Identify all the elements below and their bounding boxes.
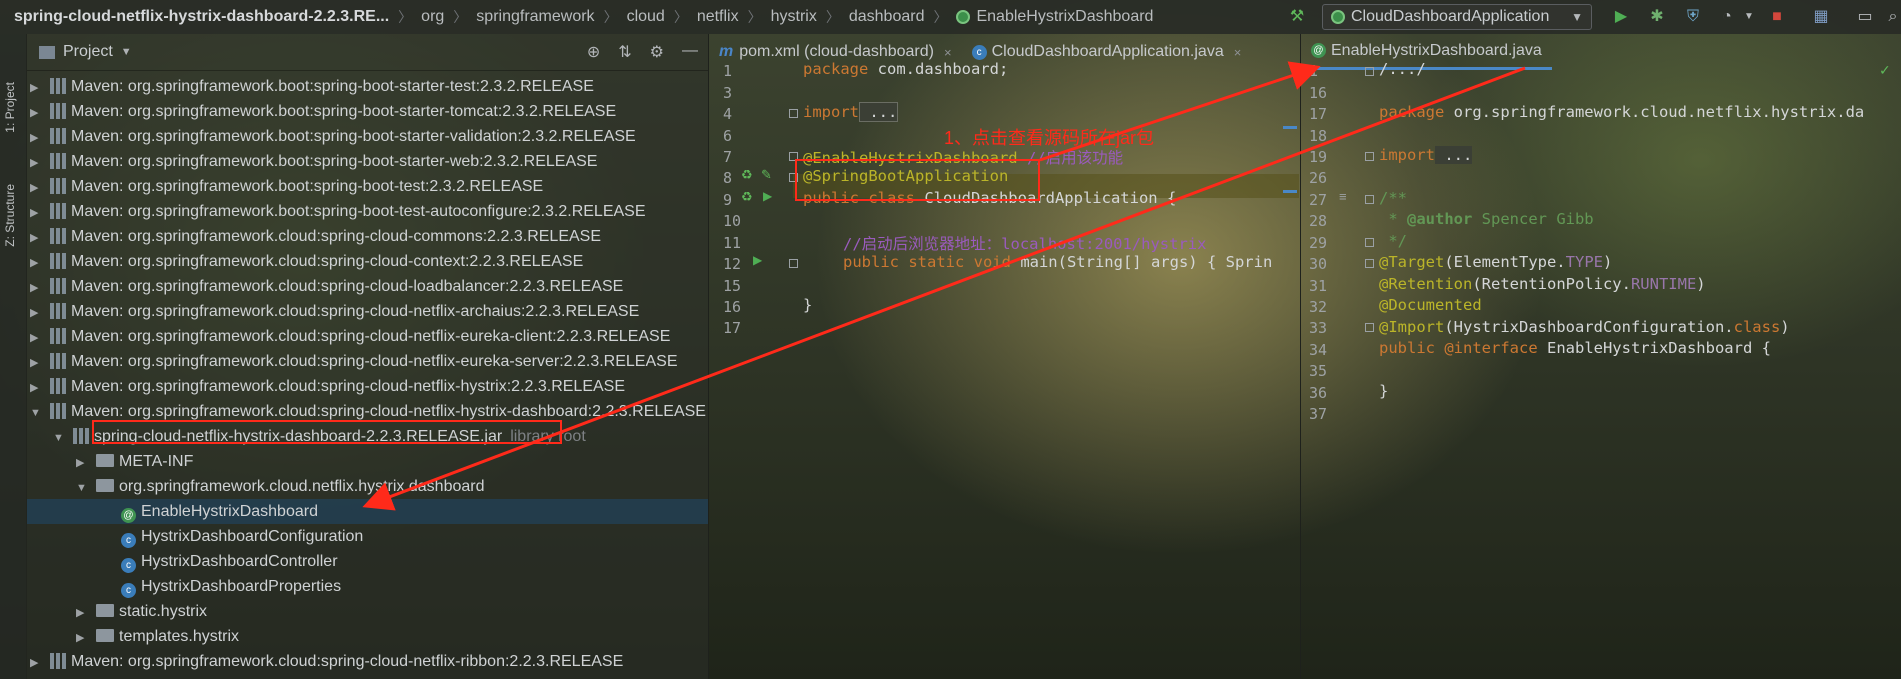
annotation-arrow [362,66,1526,511]
annotation-arrow [1039,61,1321,162]
annotation-arrows [362,61,1526,511]
